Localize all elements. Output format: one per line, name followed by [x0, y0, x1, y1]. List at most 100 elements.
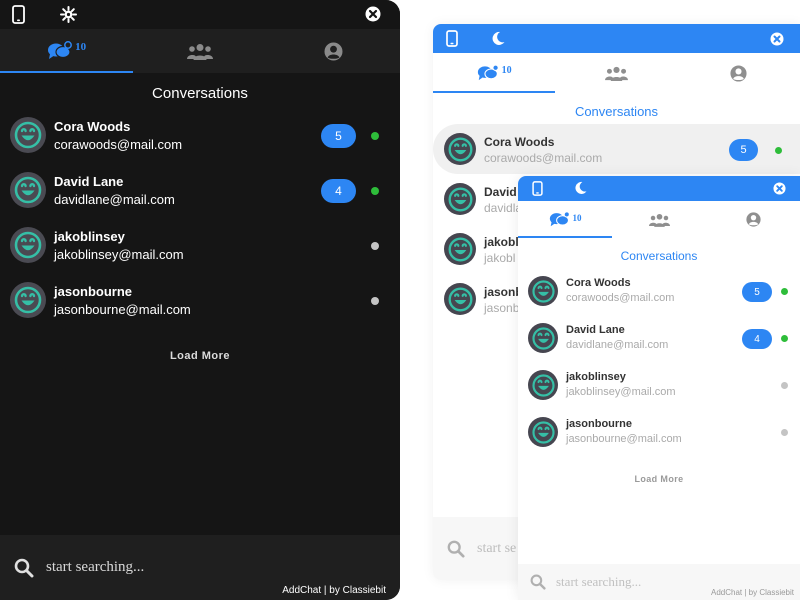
offline-status-dot [781, 429, 788, 436]
contact-row[interactable]: Cora Woods corawoods@mail.com 5 [0, 108, 400, 163]
phone-icon[interactable] [12, 5, 25, 24]
contact-name: Cora Woods [566, 277, 631, 289]
window-topbar [0, 0, 400, 29]
contact-name: jakobl [484, 235, 519, 249]
chat-bubbles-icon [47, 41, 73, 61]
online-status-dot [781, 335, 788, 342]
contact-email: jasonb [484, 301, 520, 315]
tab-profile[interactable] [267, 29, 400, 73]
contact-name: jasonb [484, 285, 523, 299]
close-icon[interactable] [365, 6, 381, 22]
tab-bar: 10 [433, 53, 800, 93]
contact-name: Cora Woods [484, 135, 555, 149]
contact-email: davidlane@mail.com [54, 192, 175, 207]
contact-row[interactable]: David Lane davidlane@mail.com 4 [518, 315, 800, 362]
contact-list: Cora Woods corawoods@mail.com 5 David La… [518, 268, 800, 456]
chat-bubbles-icon [549, 211, 571, 228]
tab-conversations[interactable]: 10 [518, 201, 612, 238]
tab-profile[interactable] [678, 53, 800, 93]
unread-badge: 5 [321, 124, 356, 148]
search-icon [530, 574, 546, 590]
contact-name: David Lane [566, 324, 625, 336]
search-icon [447, 540, 465, 558]
smiley-avatar-icon [10, 117, 46, 153]
load-more-button[interactable]: Load More [518, 474, 800, 484]
tab-groups[interactable] [133, 29, 266, 73]
contact-row[interactable]: jasonbourne jasonbourne@mail.com [0, 273, 400, 328]
unread-badge: 5 [729, 139, 758, 161]
online-status-dot [371, 187, 379, 195]
moon-icon[interactable] [574, 181, 587, 195]
smiley-avatar-icon [444, 283, 476, 315]
conversations-heading: Conversations [152, 85, 248, 102]
phone-icon[interactable] [532, 181, 543, 196]
contact-name: jasonbourne [566, 418, 633, 430]
contact-row[interactable]: jasonbourne jasonbourne@mail.com [518, 409, 800, 456]
contact-row[interactable]: Cora Woods corawoods@mail.com 5 [518, 268, 800, 315]
user-circle-icon [324, 42, 343, 61]
close-icon[interactable] [773, 182, 786, 195]
contact-email: corawoods@mail.com [566, 292, 675, 304]
unread-badge: 5 [742, 282, 772, 302]
load-more-button[interactable]: Load More [0, 350, 400, 362]
contact-name: jakoblinsey [54, 229, 125, 244]
contact-row[interactable]: jakoblinsey jakoblinsey@mail.com [0, 218, 400, 273]
smiley-avatar-icon [10, 172, 46, 208]
contact-name: David Lane [54, 174, 124, 189]
smiley-avatar-icon [528, 323, 558, 353]
users-group-icon [605, 66, 628, 81]
conversations-count: 10 [75, 41, 87, 53]
search-input[interactable] [556, 574, 696, 590]
window-topbar [518, 176, 800, 201]
contact-email: corawoods@mail.com [54, 137, 183, 152]
tab-bar: 10 [518, 201, 800, 238]
chat-window-light-front: 10 Conversations Cora Woods corawoods@ma… [518, 176, 800, 600]
search-icon [14, 558, 34, 578]
tab-groups[interactable] [555, 53, 677, 93]
online-status-dot [781, 288, 788, 295]
smiley-avatar-icon [444, 133, 476, 165]
conversations-heading: Conversations [574, 104, 659, 119]
smiley-avatar-icon [528, 276, 558, 306]
phone-icon[interactable] [446, 30, 458, 47]
smiley-avatar-icon [528, 370, 558, 400]
contact-email: jasonbourne@mail.com [54, 302, 191, 317]
online-status-dot [371, 132, 379, 140]
settings-icon[interactable] [60, 6, 77, 23]
smiley-avatar-icon [444, 233, 476, 265]
credit-text: AddChat | by Classiebit [710, 588, 794, 597]
contact-email: corawoods@mail.com [484, 151, 603, 165]
contact-name: jasonbourne [54, 284, 133, 299]
contact-email: jasonbourne@mail.com [566, 433, 682, 445]
conversations-count: 10 [572, 212, 582, 223]
smiley-avatar-icon [10, 282, 46, 318]
contact-email: jakoblinsey@mail.com [566, 386, 676, 398]
contact-email: jakobl [484, 251, 516, 265]
close-icon[interactable] [770, 32, 784, 46]
offline-status-dot [781, 382, 788, 389]
contact-row[interactable]: Cora Woods corawoods@mail.com 5 [433, 124, 800, 174]
offline-status-dot [371, 242, 379, 250]
online-status-dot [775, 147, 782, 154]
tab-conversations[interactable]: 10 [433, 53, 556, 93]
user-circle-icon [730, 64, 747, 82]
window-topbar [433, 24, 800, 53]
user-circle-icon [745, 212, 761, 227]
credit-text: AddChat | by Classiebit [282, 585, 386, 596]
contact-name: Cora Woods [54, 119, 131, 134]
tab-groups[interactable] [612, 201, 706, 238]
conversations-heading: Conversations [620, 249, 698, 263]
chat-bubbles-icon [477, 64, 500, 82]
unread-badge: 4 [321, 179, 356, 203]
search-input[interactable] [46, 559, 346, 576]
moon-icon[interactable] [491, 31, 505, 46]
contact-list: Cora Woods corawoods@mail.com 5 David La… [0, 108, 400, 328]
smiley-avatar-icon [528, 417, 558, 447]
tab-profile[interactable] [706, 201, 800, 238]
contact-row[interactable]: jakoblinsey jakoblinsey@mail.com [518, 362, 800, 409]
users-group-icon [648, 213, 670, 227]
contact-email: davidlane@mail.com [566, 339, 669, 351]
contact-name: jakoblinsey [566, 371, 626, 383]
tab-conversations[interactable]: 10 [0, 29, 134, 73]
contact-row[interactable]: David Lane davidlane@mail.com 4 [0, 163, 400, 218]
